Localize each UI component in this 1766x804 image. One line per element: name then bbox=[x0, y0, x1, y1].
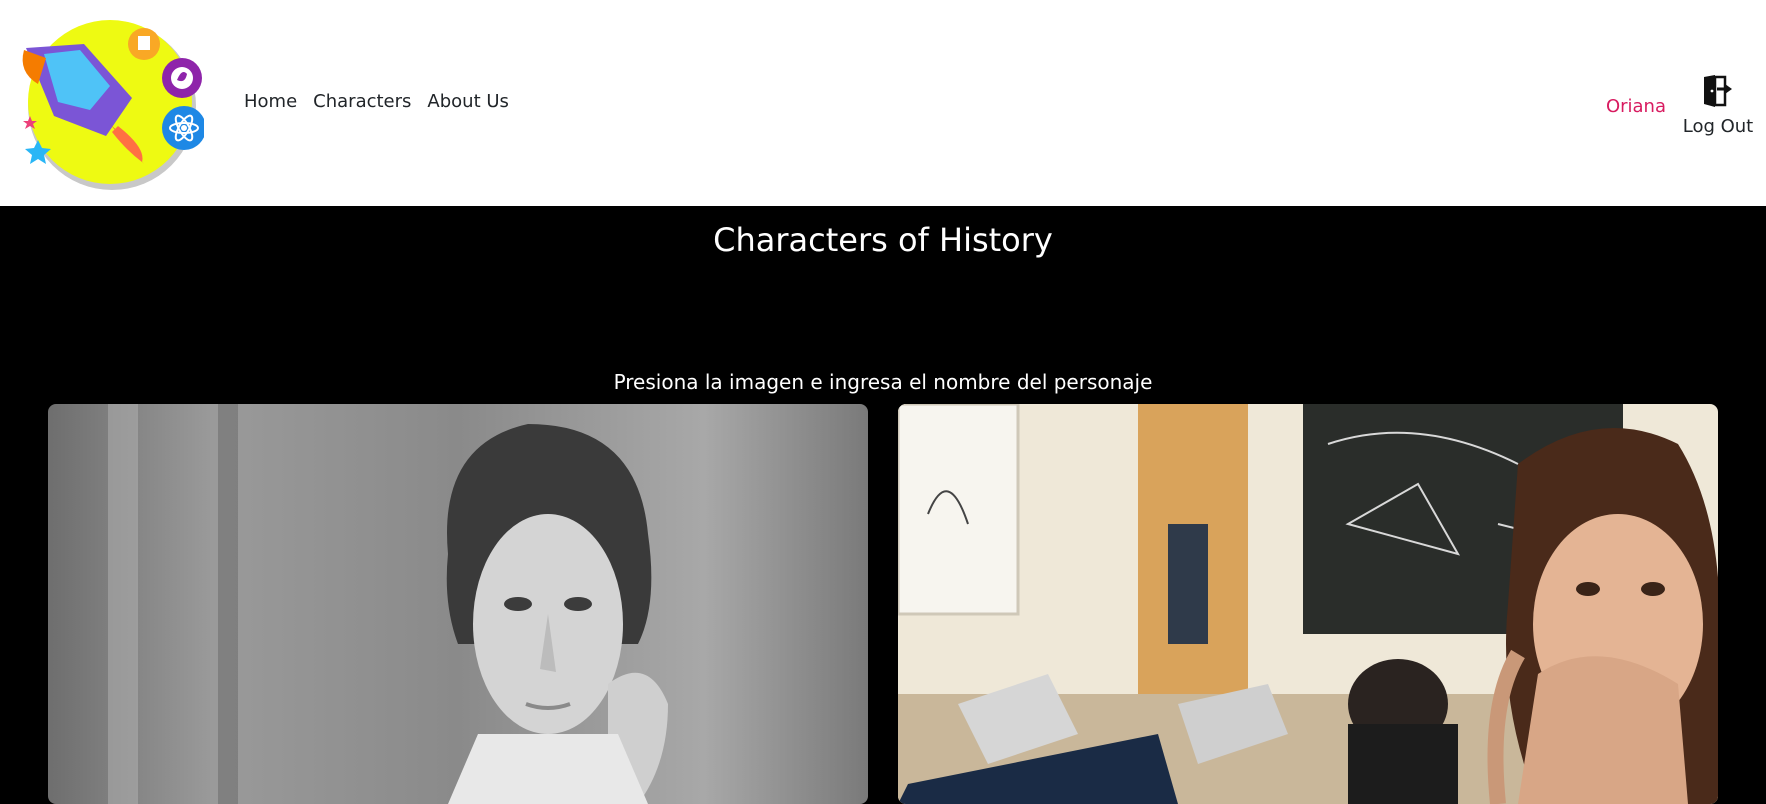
logout-door-icon bbox=[1701, 74, 1735, 112]
character-card-2[interactable] bbox=[898, 404, 1718, 804]
nav-home-link[interactable]: Home bbox=[244, 89, 297, 115]
logout-button[interactable]: Log Out bbox=[1676, 74, 1760, 140]
classroom-selfie-photo bbox=[898, 404, 1718, 804]
nav-about-us-link[interactable]: About Us bbox=[427, 89, 509, 115]
user-name: Oriana bbox=[1605, 96, 1666, 117]
character-card-1[interactable] bbox=[48, 404, 868, 804]
nav-characters-link[interactable]: Characters bbox=[313, 89, 411, 115]
logout-label: Log Out bbox=[1682, 116, 1754, 137]
main-nav: Home Characters About Us bbox=[244, 89, 509, 115]
portrait-woman-photo bbox=[48, 404, 868, 804]
instruction-text: Presiona la imagen e ingresa el nombre d… bbox=[613, 370, 1153, 394]
rocket-logo-icon[interactable] bbox=[14, 14, 206, 194]
navbar: Home Characters About Us Oriana Log Out bbox=[0, 0, 1766, 206]
page-title: Characters of History bbox=[713, 221, 1053, 259]
